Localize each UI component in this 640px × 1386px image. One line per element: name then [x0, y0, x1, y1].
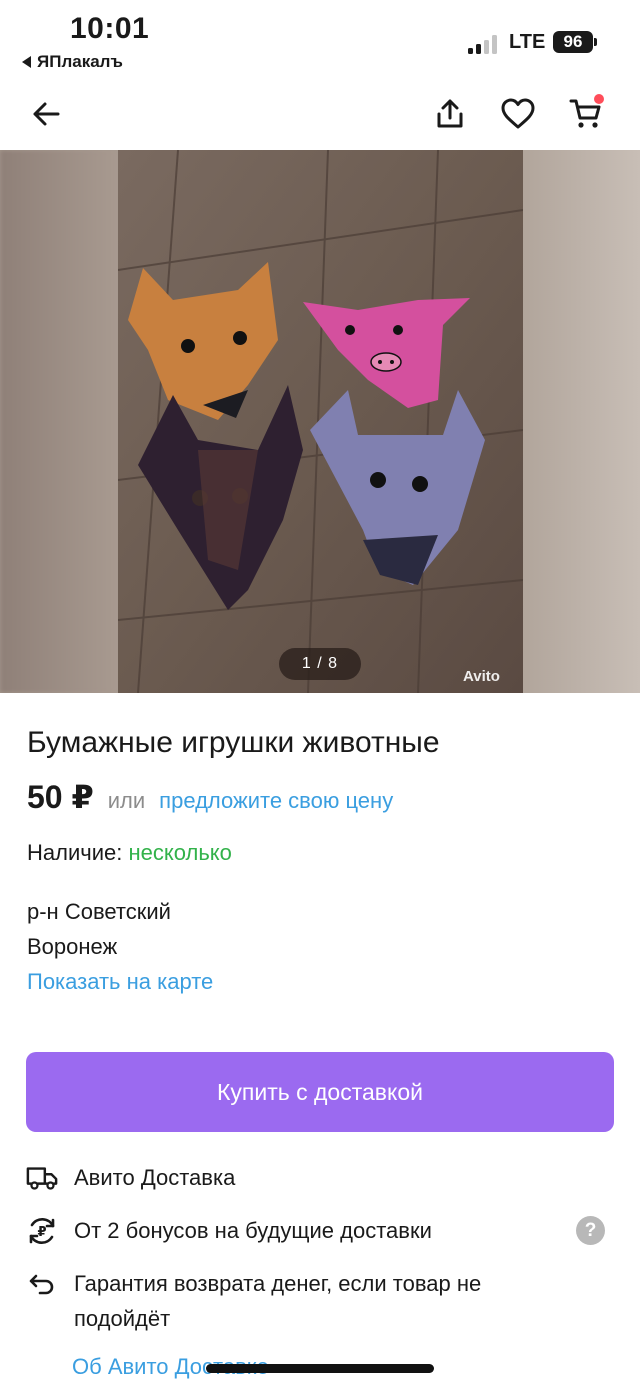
status-time: 10:01: [70, 12, 150, 45]
home-indicator[interactable]: [206, 1364, 434, 1373]
buy-with-delivery-button[interactable]: Купить с доставкой: [26, 1052, 614, 1132]
listing-photo[interactable]: [118, 150, 523, 693]
battery-icon: 96: [553, 31, 597, 53]
bonus-icon: ₽: [26, 1215, 58, 1247]
availability-label: Наличие:: [27, 840, 123, 865]
back-to-app-link[interactable]: ЯПлакалъ: [22, 52, 123, 72]
feature-guarantee: Гарантия возврата денег, если товар не п…: [26, 1268, 526, 1336]
share-icon: [437, 99, 463, 128]
avito-watermark: Avito: [463, 668, 500, 685]
photo-gallery[interactable]: 1 / 8 Avito: [0, 150, 640, 693]
availability-value: несколько: [128, 840, 232, 865]
feature-delivery: Авито Доставка: [26, 1162, 235, 1195]
back-button[interactable]: [24, 92, 68, 136]
help-icon[interactable]: ?: [576, 1216, 605, 1245]
feature-delivery-text: Авито Доставка: [74, 1165, 236, 1190]
next-photo-preview[interactable]: [522, 150, 640, 693]
listing-title: Бумажные игрушки животные: [27, 726, 440, 759]
feature-bonuses: ₽ От 2 бонусов на будущие доставки: [26, 1215, 566, 1248]
cart-badge: [594, 94, 604, 104]
return-arrow-icon: [26, 1268, 58, 1300]
cart-button[interactable]: [564, 92, 608, 136]
feature-bonuses-text: От 2 бонусов на будущие доставки: [74, 1218, 432, 1243]
show-on-map-link[interactable]: Показать на карте: [27, 969, 213, 995]
signal-icon: [468, 34, 500, 54]
photo-counter: 1 / 8: [279, 648, 361, 680]
heart-icon: [501, 98, 535, 129]
back-app-label: ЯПлакалъ: [37, 52, 123, 71]
back-triangle-icon: [22, 56, 31, 68]
svg-text:₽: ₽: [37, 1225, 46, 1240]
top-nav: [0, 80, 640, 148]
price-or: или: [107, 788, 146, 813]
offer-price-link[interactable]: предложите свою цену: [159, 788, 393, 814]
price-row: 50 ₽ или предложите свою цену: [27, 778, 393, 816]
district: р-н Советский: [27, 899, 171, 924]
city: Воронеж: [27, 934, 118, 959]
feature-guarantee-text: Гарантия возврата денег, если товар не п…: [74, 1271, 482, 1331]
prev-photo-preview[interactable]: [0, 150, 118, 693]
truck-icon: [26, 1162, 58, 1194]
availability: Наличие: несколько: [27, 840, 232, 866]
share-button[interactable]: [428, 92, 472, 136]
arrow-left-icon: [33, 102, 60, 126]
status-bar: 10:01 ЯПлакалъ LTE 96: [0, 0, 640, 80]
network-type: LTE: [509, 31, 546, 53]
price: 50 ₽: [27, 779, 94, 815]
favorite-button[interactable]: [496, 92, 540, 136]
